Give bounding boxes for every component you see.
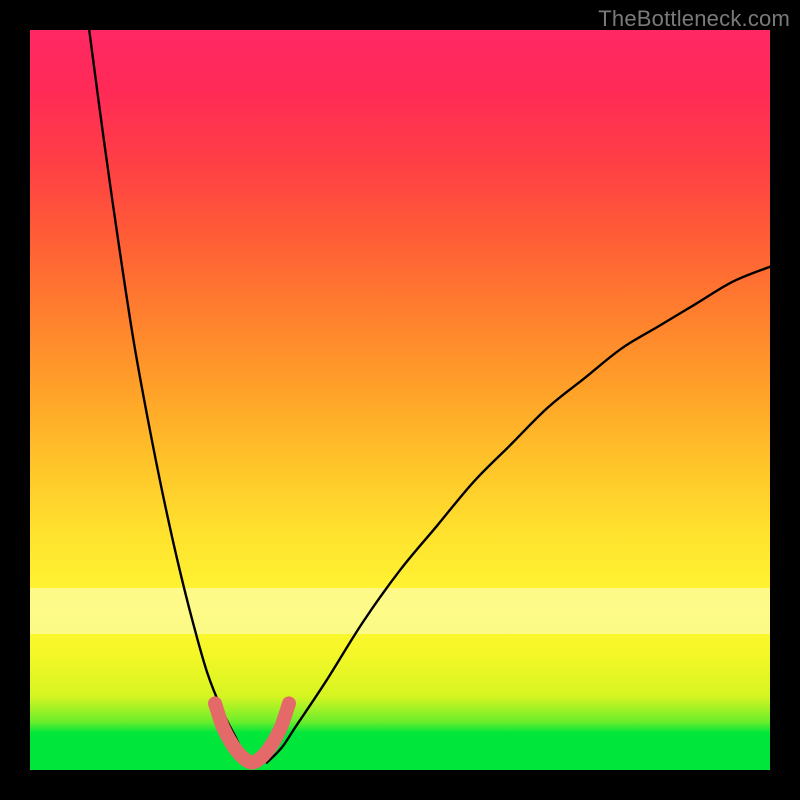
bottleneck-curve-right: [267, 267, 770, 763]
bottleneck-curve-left: [89, 30, 252, 763]
chart-frame: TheBottleneck.com: [0, 0, 800, 800]
curve-layer: [30, 30, 770, 770]
watermark-text: TheBottleneck.com: [598, 6, 790, 32]
